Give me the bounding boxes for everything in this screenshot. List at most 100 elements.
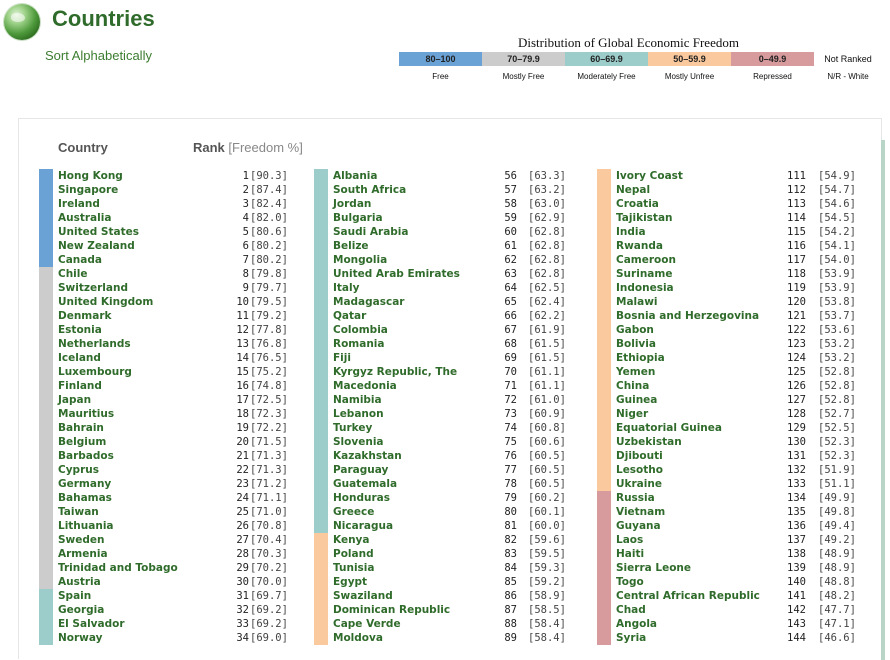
country-link[interactable]: Hong Kong — [58, 169, 123, 183]
country-link[interactable]: Guatemala — [333, 477, 397, 491]
country-link[interactable]: Dominican Republic — [333, 603, 450, 617]
country-link[interactable]: Niger — [616, 407, 648, 421]
country-link[interactable]: Norway — [58, 631, 103, 645]
country-link[interactable]: Sierra Leone — [616, 561, 691, 575]
country-link[interactable]: Bosnia and Herzegovina — [616, 309, 759, 323]
country-link[interactable]: Georgia — [58, 603, 104, 617]
country-link[interactable]: Finland — [58, 379, 102, 393]
country-link[interactable]: Chile — [58, 267, 88, 281]
country-link[interactable]: Paraguay — [333, 463, 388, 477]
country-link[interactable]: Nepal — [616, 183, 650, 197]
country-link[interactable]: Greece — [333, 505, 374, 519]
country-link[interactable]: Suriname — [616, 267, 672, 281]
country-link[interactable]: Indonesia — [616, 281, 674, 295]
country-link[interactable]: Ukraine — [616, 477, 662, 491]
country-link[interactable]: Croatia — [616, 197, 659, 211]
country-link[interactable]: Equatorial Guinea — [616, 421, 722, 435]
country-link[interactable]: Bulgaria — [333, 211, 383, 225]
country-link[interactable]: Albania — [333, 169, 378, 183]
country-link[interactable]: Uzbekistan — [616, 435, 682, 449]
country-link[interactable]: Nicaragua — [333, 519, 393, 533]
country-link[interactable]: Romania — [333, 337, 385, 351]
country-link[interactable]: Lesotho — [616, 463, 663, 477]
country-link[interactable]: Guinea — [616, 393, 657, 407]
country-link[interactable]: Switzerland — [58, 281, 128, 295]
country-link[interactable]: Djibouti — [616, 449, 663, 463]
country-link[interactable]: Madagascar — [333, 295, 404, 309]
country-link[interactable]: Mongolia — [333, 253, 387, 267]
country-link[interactable]: Honduras — [333, 491, 390, 505]
country-link[interactable]: United Arab Emirates — [333, 267, 460, 281]
country-link[interactable]: Netherlands — [58, 337, 131, 351]
country-link[interactable]: Saudi Arabia — [333, 225, 408, 239]
country-link[interactable]: Namibia — [333, 393, 382, 407]
country-link[interactable]: Moldova — [333, 631, 383, 645]
country-link[interactable]: Poland — [333, 547, 374, 561]
country-link[interactable]: Gabon — [616, 323, 654, 337]
country-link[interactable]: Bolivia — [616, 337, 656, 351]
country-link[interactable]: Macedonia — [333, 379, 397, 393]
country-link[interactable]: Tajikistan — [616, 211, 673, 225]
country-link[interactable]: Canada — [58, 253, 102, 267]
country-link[interactable]: Sweden — [58, 533, 105, 547]
country-link[interactable]: United States — [58, 225, 139, 239]
country-link[interactable]: Estonia — [58, 323, 102, 337]
country-link[interactable]: Fiji — [333, 351, 351, 365]
country-link[interactable]: Angola — [616, 617, 657, 631]
country-link[interactable]: Haiti — [616, 547, 644, 561]
country-link[interactable]: Lebanon — [333, 407, 384, 421]
country-link[interactable]: Central African Republic — [616, 589, 760, 603]
country-link[interactable]: Qatar — [333, 309, 366, 323]
country-link[interactable]: Cyprus — [58, 463, 99, 477]
country-link[interactable]: Bahrain — [58, 421, 104, 435]
country-link[interactable]: Togo — [616, 575, 644, 589]
country-link[interactable]: Spain — [58, 589, 91, 603]
country-link[interactable]: Russia — [616, 491, 655, 505]
country-link[interactable]: Cape Verde — [333, 617, 401, 631]
country-link[interactable]: Belize — [333, 239, 369, 253]
country-link[interactable]: Ethiopia — [616, 351, 665, 365]
country-link[interactable]: Kenya — [333, 533, 369, 547]
country-link[interactable]: Taiwan — [58, 505, 99, 519]
country-link[interactable]: Iceland — [58, 351, 101, 365]
country-link[interactable]: China — [616, 379, 649, 393]
country-link[interactable]: Belgium — [58, 435, 106, 449]
country-link[interactable]: Rwanda — [616, 239, 663, 253]
country-link[interactable]: New Zealand — [58, 239, 135, 253]
country-link[interactable]: South Africa — [333, 183, 406, 197]
country-link[interactable]: Italy — [333, 281, 359, 295]
country-link[interactable]: Luxembourg — [58, 365, 132, 379]
country-link[interactable]: Laos — [616, 533, 643, 547]
country-link[interactable]: Tunisia — [333, 561, 375, 575]
country-link[interactable]: Ivory Coast — [616, 169, 683, 183]
country-link[interactable]: Denmark — [58, 309, 112, 323]
country-link[interactable]: Ireland — [58, 197, 100, 211]
country-link[interactable]: Turkey — [333, 421, 372, 435]
country-link[interactable]: El Salvador — [58, 617, 125, 631]
country-link[interactable]: Austria — [58, 575, 101, 589]
country-link[interactable]: Cameroon — [616, 253, 676, 267]
country-link[interactable]: Germany — [58, 477, 111, 491]
country-link[interactable]: United Kingdom — [58, 295, 153, 309]
country-link[interactable]: Trinidad and Tobago — [58, 561, 178, 575]
country-link[interactable]: Kazakhstan — [333, 449, 402, 463]
country-link[interactable]: India — [616, 225, 646, 239]
country-link[interactable]: Syria — [616, 631, 646, 645]
country-link[interactable]: Kyrgyz Republic, The — [333, 365, 457, 379]
country-link[interactable]: Australia — [58, 211, 111, 225]
country-link[interactable]: Colombia — [333, 323, 388, 337]
country-link[interactable]: Swaziland — [333, 589, 393, 603]
country-link[interactable]: Armenia — [58, 547, 108, 561]
country-link[interactable]: Chad — [616, 603, 646, 617]
country-link[interactable]: Jordan — [333, 197, 371, 211]
country-link[interactable]: Vietnam — [616, 505, 665, 519]
country-link[interactable]: Mauritius — [58, 407, 114, 421]
country-link[interactable]: Slovenia — [333, 435, 384, 449]
country-link[interactable]: Bahamas — [58, 491, 112, 505]
country-link[interactable]: Yemen — [616, 365, 655, 379]
country-link[interactable]: Lithuania — [58, 519, 114, 533]
sort-alphabetically-link[interactable]: Sort Alphabetically — [45, 48, 152, 63]
country-link[interactable]: Singapore — [58, 183, 118, 197]
country-link[interactable]: Japan — [58, 393, 91, 407]
country-link[interactable]: Guyana — [616, 519, 661, 533]
